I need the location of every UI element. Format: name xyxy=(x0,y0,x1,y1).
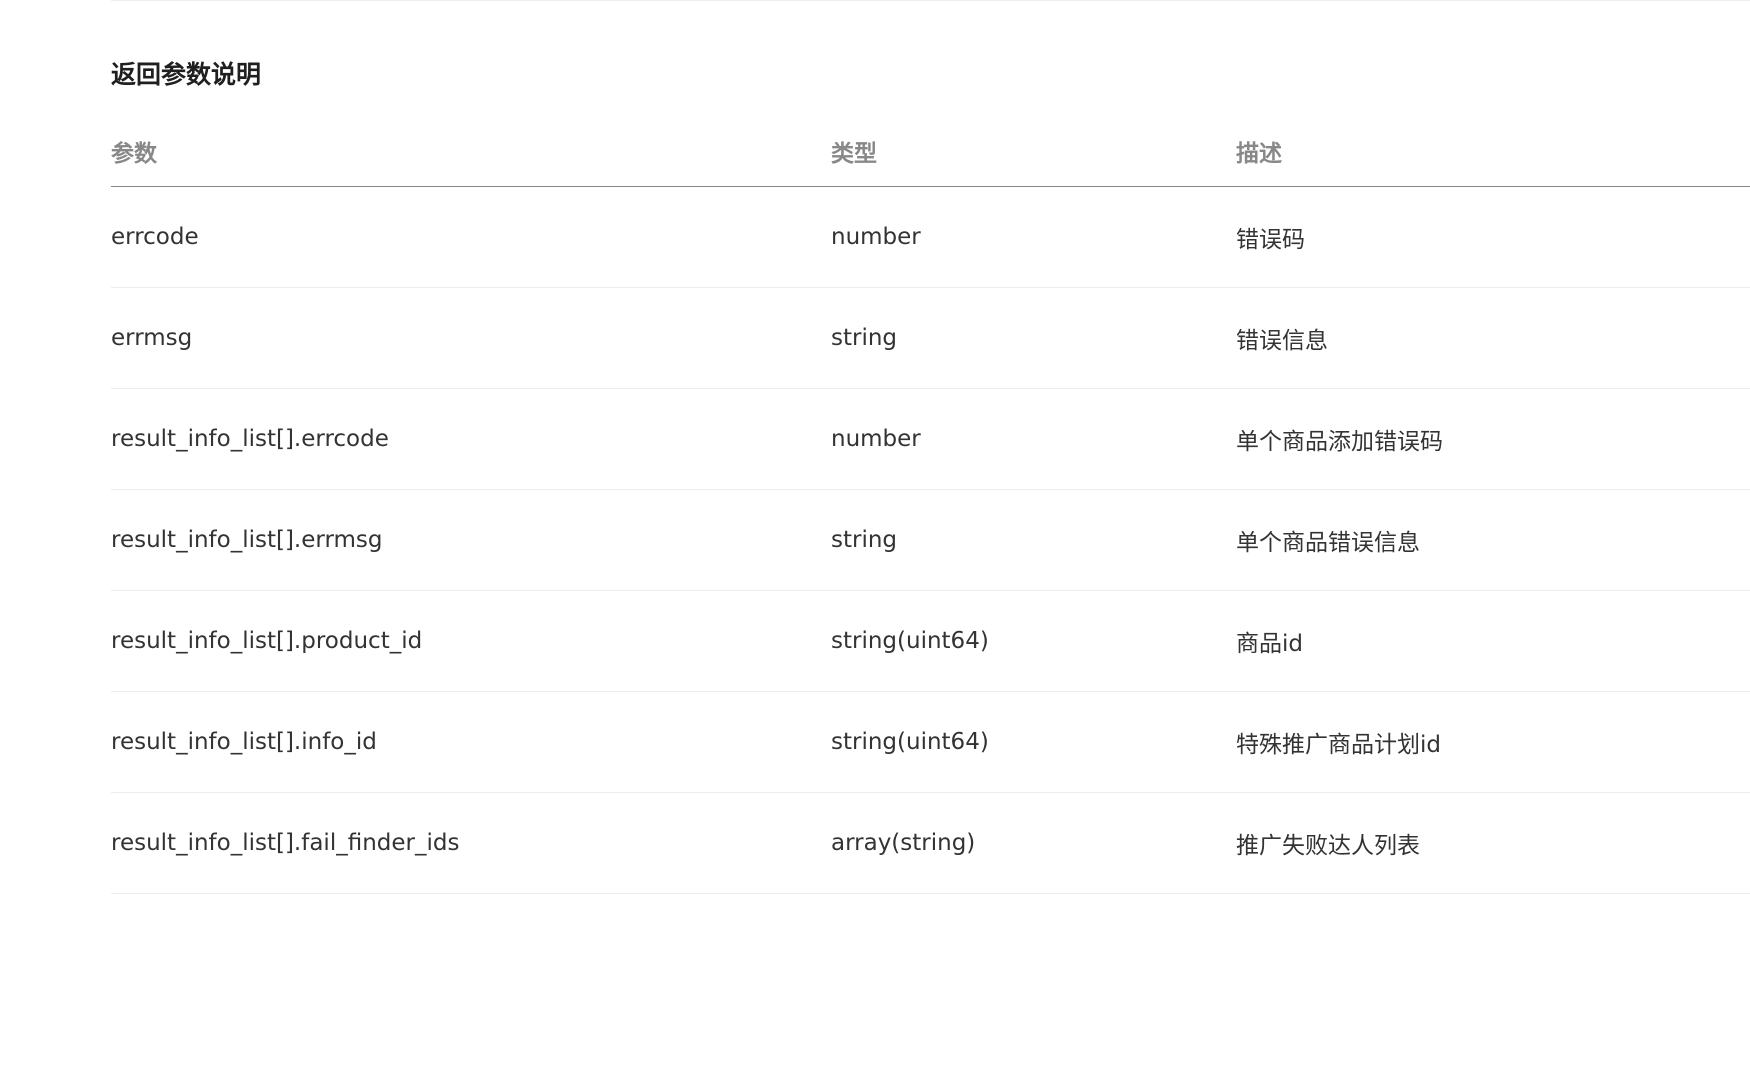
table-header: 参数 类型 描述 xyxy=(111,116,1750,187)
cell-type: number xyxy=(831,186,1236,288)
table-row: errmsg string 错误信息 xyxy=(111,287,1750,389)
cell-param: errcode xyxy=(111,186,831,288)
table-body: errcode number 错误码 errmsg string 错误信息 re… xyxy=(111,186,1750,894)
header-desc: 描述 xyxy=(1236,116,1750,187)
table-row: result_info_list[].errcode number 单个商品添加… xyxy=(111,388,1750,490)
cell-desc: 商品id xyxy=(1236,590,1750,692)
cell-desc: 推广失败达人列表 xyxy=(1236,792,1750,894)
cell-type: string xyxy=(831,287,1236,389)
table-row: result_info_list[].product_id string(uin… xyxy=(111,590,1750,692)
return-params-table: 参数 类型 描述 errcode number 错误码 errmsg strin… xyxy=(111,116,1750,894)
cell-desc: 单个商品错误信息 xyxy=(1236,489,1750,591)
cell-param: result_info_list[].errcode xyxy=(111,388,831,490)
cell-type: number xyxy=(831,388,1236,490)
header-row: 参数 类型 描述 xyxy=(111,116,1750,187)
cell-desc: 错误码 xyxy=(1236,186,1750,288)
cell-param: result_info_list[].errmsg xyxy=(111,489,831,591)
cell-param: result_info_list[].fail_finder_ids xyxy=(111,792,831,894)
header-param: 参数 xyxy=(111,116,831,187)
cell-desc: 单个商品添加错误码 xyxy=(1236,388,1750,490)
top-divider xyxy=(111,0,1750,1)
cell-param: result_info_list[].product_id xyxy=(111,590,831,692)
table-row: result_info_list[].errmsg string 单个商品错误信… xyxy=(111,489,1750,591)
cell-type: array(string) xyxy=(831,792,1236,894)
cell-type: string(uint64) xyxy=(831,590,1236,692)
section-title: 返回参数说明 xyxy=(111,60,262,89)
cell-type: string(uint64) xyxy=(831,691,1236,793)
cell-param: result_info_list[].info_id xyxy=(111,691,831,793)
cell-param: errmsg xyxy=(111,287,831,389)
cell-desc: 特殊推广商品计划id xyxy=(1236,691,1750,793)
cell-desc: 错误信息 xyxy=(1236,287,1750,389)
table-row: result_info_list[].fail_finder_ids array… xyxy=(111,792,1750,894)
header-type: 类型 xyxy=(831,116,1236,187)
cell-type: string xyxy=(831,489,1236,591)
table-row: result_info_list[].info_id string(uint64… xyxy=(111,691,1750,793)
table-row: errcode number 错误码 xyxy=(111,186,1750,288)
